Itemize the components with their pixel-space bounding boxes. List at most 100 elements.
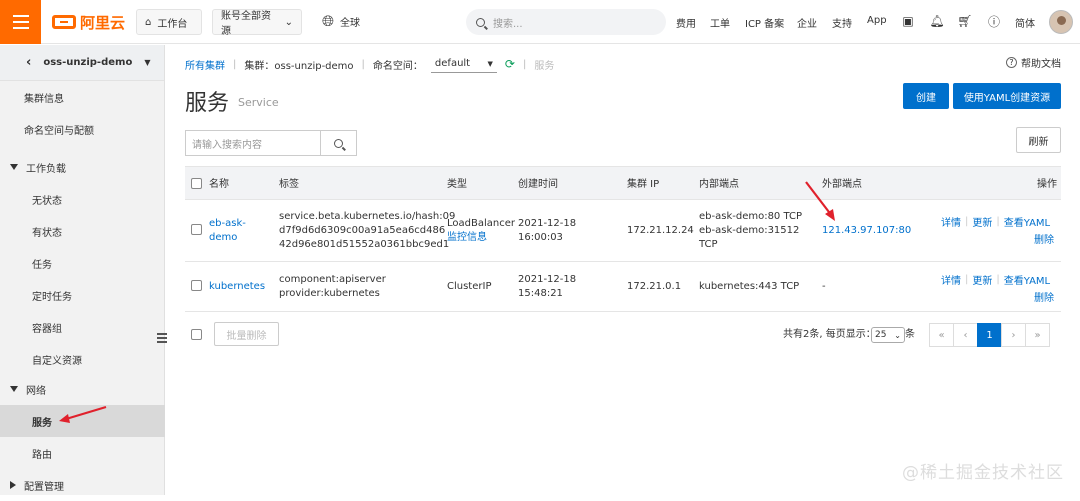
view-yaml-link[interactable]: 查看YAML — [1004, 214, 1050, 229]
nav-tickets[interactable]: 工单 — [710, 15, 730, 30]
aliyun-logo[interactable]: 阿里云 — [52, 12, 125, 32]
delete-link[interactable]: 删除 — [1034, 289, 1054, 304]
chevron-down-icon: ⌄ — [284, 16, 293, 28]
sidebar-group-workload[interactable]: 工作负载 — [0, 151, 165, 183]
sidebar-item-label: 集群信息 — [24, 93, 64, 105]
select-all-checkbox[interactable] — [191, 178, 202, 189]
label-text: component:apiserver — [279, 274, 386, 285]
pagination-total: 共有2条, 每页显示： — [783, 329, 876, 340]
internal-endpoint: TCP — [699, 239, 718, 250]
refresh-button[interactable]: 刷新 — [1016, 127, 1061, 153]
workbench-button[interactable]: ⌂ 工作台 — [136, 9, 202, 35]
created-time: 15:48:21 — [518, 288, 563, 299]
bell-icon[interactable]: 🔔︎ — [929, 14, 944, 28]
sidebar: ‹ oss-unzip-demo ▼ 集群信息 命名空间与配额 工作负载 无状态… — [0, 45, 165, 495]
sidebar-item-ingress[interactable]: 路由 — [0, 437, 165, 469]
prev-page-button[interactable]: ‹ — [953, 323, 978, 347]
table-footer: 批量删除 共有2条, 每页显示： 25 ⌄ 条 « ‹ 1 › » — [185, 322, 1061, 348]
last-page-button[interactable]: » — [1025, 323, 1050, 347]
caret-down-icon — [10, 164, 18, 170]
service-name-link[interactable]: kubernetes — [209, 281, 265, 292]
view-yaml-link[interactable]: 查看YAML — [1004, 272, 1050, 287]
terminal-icon[interactable]: ▣ — [901, 14, 915, 28]
workbench-label: 工作台 — [157, 18, 188, 30]
update-link[interactable]: 更新 — [972, 214, 992, 229]
page-1-button[interactable]: 1 — [977, 323, 1002, 347]
breadcrumb-namespace-label: 命名空间： — [372, 60, 423, 72]
caret-down-icon — [10, 386, 18, 392]
chevron-left-icon[interactable]: ‹ — [26, 55, 31, 70]
first-page-button[interactable]: « — [929, 323, 954, 347]
nav-app[interactable]: App — [867, 15, 887, 26]
sidebar-group-network[interactable]: 网络 — [0, 373, 165, 405]
search-button[interactable] — [320, 130, 357, 156]
help-docs-label: 帮助文档 — [1021, 59, 1061, 70]
namespace-select[interactable]: default ▼ — [430, 55, 497, 73]
sidebar-item-cronjob[interactable]: 定时任务 — [0, 279, 165, 311]
next-page-button[interactable]: › — [1001, 323, 1026, 347]
update-link[interactable]: 更新 — [972, 272, 992, 287]
global-search-input[interactable]: 搜索... — [466, 9, 666, 35]
row-checkbox[interactable] — [191, 224, 202, 235]
page-size-value: 25 — [875, 330, 887, 340]
table-row: kubernetes component:apiserver provider:… — [185, 262, 1061, 312]
breadcrumb-cluster: 集群：oss-unzip-demo — [244, 60, 354, 72]
service-name-link[interactable]: demo — [209, 232, 237, 243]
cluster-switcher[interactable]: ‹ oss-unzip-demo ▼ — [0, 45, 164, 81]
sidebar-group-label: 网络 — [26, 385, 46, 397]
sidebar-item-services[interactable]: 服务 — [0, 405, 165, 437]
column-header: 类型 — [447, 179, 467, 190]
column-header: 外部端点 — [822, 179, 862, 190]
external-endpoint-link[interactable]: 121.43.97.107:80 — [822, 225, 911, 236]
refresh-icon[interactable]: ⟳ — [505, 57, 515, 71]
sidebar-item-deployment[interactable]: 无状态 — [0, 183, 165, 215]
row-actions: 详情 | 更新 | 查看YAML — [941, 214, 1050, 229]
details-link[interactable]: 详情 — [941, 272, 961, 287]
monitor-info-link[interactable]: 监控信息 — [447, 232, 487, 243]
sidebar-item-pods[interactable]: 容器组 — [0, 311, 165, 343]
row-checkbox[interactable] — [191, 280, 202, 291]
column-header: 标签 — [279, 179, 299, 190]
delete-link[interactable]: 删除 — [1034, 231, 1054, 246]
page-size-suffix: 条 — [905, 329, 915, 340]
language-switch[interactable]: 简体 — [1015, 15, 1035, 30]
internal-endpoint: eb-ask-demo:31512 — [699, 225, 800, 236]
page-size-select[interactable]: 25 ⌄ — [871, 327, 905, 343]
label-text: service.beta.kubernetes.io/hash:09 — [279, 211, 456, 222]
service-name-link[interactable]: eb-ask- — [209, 218, 246, 229]
nav-icp[interactable]: ICP 备案 — [745, 15, 784, 30]
avatar[interactable] — [1049, 10, 1073, 34]
sidebar-item-cluster-info[interactable]: 集群信息 — [0, 81, 165, 113]
nav-enterprise[interactable]: 企业 — [797, 15, 817, 30]
label-text: provider:kubernetes — [279, 288, 380, 299]
search-input[interactable]: 请输入搜索内容 — [185, 130, 321, 156]
sidebar-item-job[interactable]: 任务 — [0, 247, 165, 279]
created-time: 16:00:03 — [518, 232, 563, 243]
services-table: 名称 标签 类型 创建时间 集群 IP 内部端点 外部端点 操作 eb-ask-… — [185, 166, 1061, 312]
breadcrumb-all-clusters[interactable]: 所有集群 — [185, 57, 225, 72]
table-row: eb-ask- demo service.beta.kubernetes.io/… — [185, 200, 1061, 262]
table-header: 名称 标签 类型 创建时间 集群 IP 内部端点 外部端点 操作 — [185, 166, 1061, 200]
batch-delete-button[interactable]: 批量删除 — [214, 322, 279, 346]
footer-select-all-checkbox[interactable] — [191, 329, 202, 340]
nav-support[interactable]: 支持 — [832, 15, 852, 30]
nav-fees[interactable]: 费用 — [676, 15, 696, 30]
sidebar-group-config[interactable]: 配置管理 — [0, 469, 165, 501]
sidebar-item-namespace[interactable]: 命名空间与配额 — [0, 113, 165, 145]
region-selector[interactable]: 🌐︎ 全球 — [322, 12, 360, 30]
sidebar-item-statefulset[interactable]: 有状态 — [0, 215, 165, 247]
main-content: 所有集群 | 集群：oss-unzip-demo | 命名空间： default… — [166, 45, 1080, 495]
search-placeholder: 搜索... — [493, 18, 523, 30]
cart-icon[interactable]: 🛒︎ — [957, 14, 972, 28]
region-label: 全球 — [340, 17, 361, 29]
sidebar-item-custom-resource[interactable]: 自定义资源 — [0, 343, 165, 375]
create-button[interactable]: 创建 — [903, 83, 949, 109]
account-scope-dropdown[interactable]: 账号全部资源 ⌄ — [212, 9, 302, 37]
create-yaml-button[interactable]: 使用YAML创建资源 — [953, 83, 1061, 109]
hamburger-menu-button[interactable] — [0, 0, 41, 44]
help-docs-link[interactable]: ? 帮助文档 — [1006, 55, 1061, 70]
details-link[interactable]: 详情 — [941, 214, 961, 229]
help-icon[interactable]: ⓘ — [987, 14, 1001, 29]
column-header: 集群 IP — [627, 179, 660, 190]
logo-text: 阿里云 — [80, 13, 126, 32]
